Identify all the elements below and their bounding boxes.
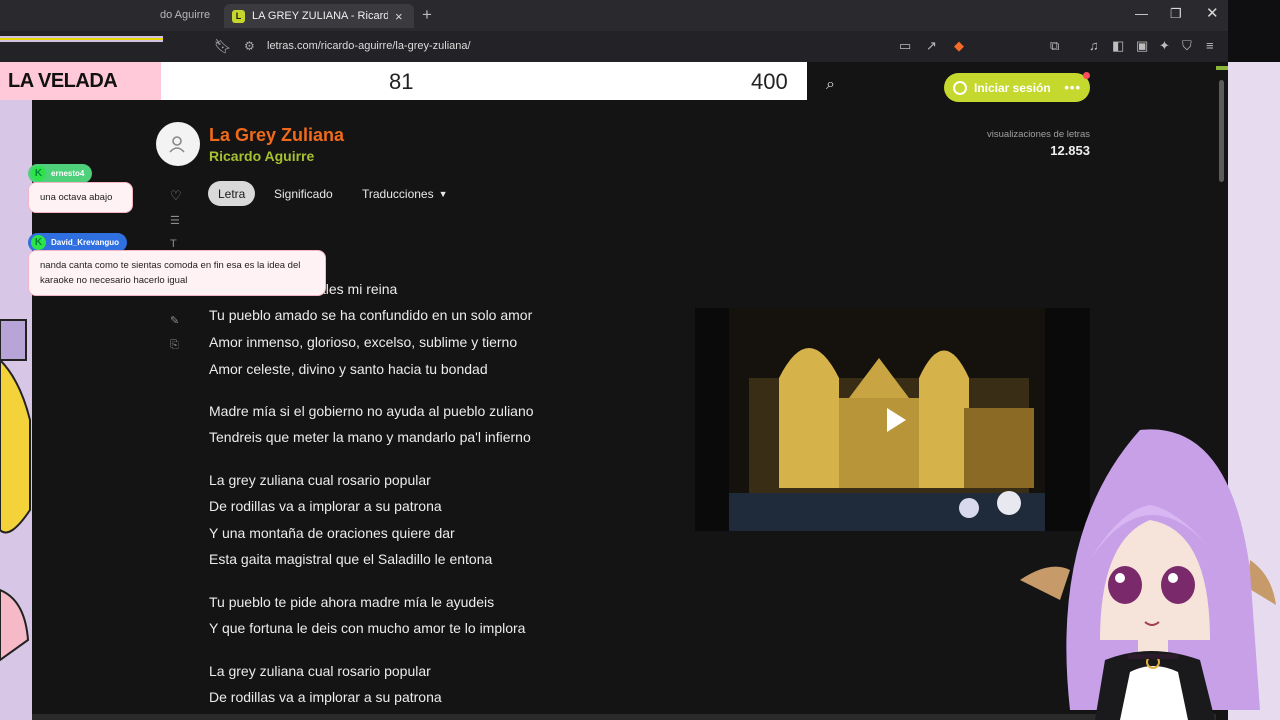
tab-title: LA GREY ZULIANA - Ricardo Aguirre [252, 10, 388, 22]
score-bar [161, 62, 807, 100]
tab-label: Traducciones [362, 186, 434, 201]
login-label: Iniciar sesión [974, 80, 1051, 95]
score-right: 400 [751, 69, 788, 94]
score-left: 81 [389, 69, 414, 94]
lyric-line: La grey zuliana cual rosario popular [209, 663, 431, 679]
kick-icon: K [31, 166, 46, 181]
tab-significado[interactable]: Significado [264, 181, 343, 206]
site-favicon-icon: L [232, 9, 245, 23]
scrollbar-accent [1216, 66, 1228, 70]
tab-label: Letra [218, 186, 246, 201]
lyric-line: De rodillas va a implorar a su patrona [209, 689, 442, 705]
search-icon[interactable]: ⌕ [826, 76, 835, 94]
lyric-line: Tendreis que meter la mano y mandarlo pa… [209, 429, 531, 445]
scrollbar-thumb[interactable] [1219, 80, 1224, 182]
lyric-line: Y que fortuna le deis con mucho amor te … [209, 620, 526, 636]
tab-close-icon[interactable]: × [395, 9, 403, 24]
vtuber-avatar [1020, 429, 1276, 720]
edit-icon[interactable]: ✎ [170, 314, 179, 327]
lyric-line: Esta gaita magistral que el Saladillo le… [209, 551, 493, 567]
artist-name[interactable]: Ricardo Aguirre [209, 148, 314, 164]
tab-label: Significado [274, 186, 333, 201]
play-icon[interactable] [878, 403, 912, 437]
bookmark-icon[interactable]: 🔖︎ [214, 38, 232, 55]
brave-shield-icon[interactable]: ◆ [954, 38, 964, 54]
wallet-icon[interactable]: ▣ [1136, 38, 1148, 54]
lyric-line: De rodillas va a implorar a su patrona [209, 498, 442, 514]
chat-panel-accent [0, 38, 163, 40]
tab-active[interactable]: L LA GREY ZULIANA - Ricardo Aguirre × [224, 4, 414, 28]
maximize-icon[interactable]: ❐ [1170, 6, 1182, 22]
lyric-line: Amor inmenso, glorioso, excelso, sublime… [209, 334, 518, 350]
chat-username: K ernesto4 [28, 164, 93, 183]
stream-decoration [0, 319, 31, 662]
chat-username-text: David_Krevanguo [51, 238, 120, 247]
share-page-icon[interactable]: ↗ [926, 38, 937, 54]
address-bar [0, 31, 1228, 62]
site-info-icon[interactable]: ⚙ [244, 39, 255, 53]
kick-icon: K [31, 235, 46, 250]
lyric-line: Madre mía si el gobierno no ayuda al pue… [209, 403, 534, 419]
stream-strip [1228, 0, 1280, 62]
minimize-icon[interactable]: — [1135, 6, 1148, 21]
text-size-icon[interactable]: T [170, 238, 177, 250]
lyric-line: La grey zuliana cual rosario popular [209, 472, 431, 488]
close-window-icon[interactable]: ✕ [1206, 4, 1219, 22]
heart-icon[interactable]: ♡ [170, 188, 182, 204]
screenshot-icon[interactable]: ⧉ [1050, 38, 1059, 54]
lyric-line: Y una montaña de oraciones quiere dar [209, 525, 455, 541]
artist-placeholder-icon [169, 136, 185, 153]
lyric-line: Tu pueblo te pide ahora madre mía le ayu… [209, 594, 495, 610]
chat-username-text: ernesto4 [51, 169, 85, 178]
views-count: 12.853 [1050, 143, 1090, 158]
sidebar-icon[interactable]: ◧ [1112, 38, 1124, 54]
leo-ai-icon[interactable]: ✦ [1159, 38, 1170, 54]
login-button[interactable]: Iniciar sesión ••• [944, 73, 1090, 102]
artist-avatar[interactable] [156, 122, 200, 166]
views-label: visualizaciones de letras [987, 129, 1090, 140]
lyric-line: Amor celeste, divino y santo hacia tu bo… [209, 361, 488, 377]
share-icon[interactable]: ⎘ [170, 339, 179, 352]
user-icon [953, 80, 967, 95]
chat-message: nanda canta como te sientas comoda en fi… [28, 250, 326, 296]
cast-icon[interactable]: ▭ [899, 38, 911, 54]
tab-previous[interactable]: do Aguirre [160, 9, 210, 21]
velada-banner: LA VELADA [0, 62, 161, 100]
music-icon[interactable]: ♫ [1089, 38, 1099, 53]
chat-message: una octava abajo [28, 182, 133, 213]
lyric-line: Tu pueblo amado se ha confundido en un s… [209, 307, 533, 323]
new-tab-icon[interactable]: + [422, 5, 432, 25]
vpn-icon[interactable]: ⛉ [1182, 38, 1192, 54]
tab-letra[interactable]: Letra [208, 181, 256, 206]
tab-traducciones[interactable]: Traducciones ▼ [352, 181, 458, 206]
notification-dot [1083, 72, 1090, 79]
song-title: La Grey Zuliana [209, 125, 345, 145]
url-field[interactable]: letras.com/ricardo-aguirre/la-grey-zulia… [267, 40, 471, 52]
more-options-icon[interactable]: ••• [1064, 80, 1081, 95]
menu-icon[interactable]: ≡ [1206, 38, 1214, 53]
chevron-down-icon: ▼ [438, 188, 448, 199]
add-to-playlist-icon[interactable]: ☰ [170, 214, 180, 227]
